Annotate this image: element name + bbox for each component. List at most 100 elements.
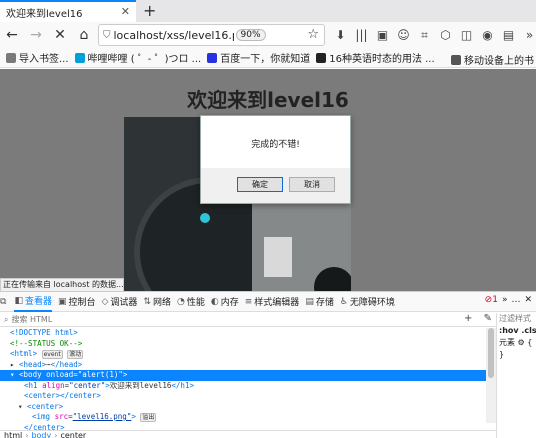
tab-style-editor[interactable]: ≡ 样式编辑器 — [245, 295, 300, 309]
element-picker-button[interactable]: ⧉ — [0, 297, 8, 307]
page-heading: 欢迎来到level16 — [187, 88, 349, 112]
markup-doctype[interactable]: <!DOCTYPE html> — [0, 328, 486, 339]
bilibili-icon — [74, 52, 85, 63]
zoom-badge[interactable]: 90% — [235, 29, 266, 41]
tab-label: 网络 — [152, 298, 171, 308]
bookmark-label: 移动设备上的书 — [464, 56, 534, 67]
pick-color-icon[interactable]: ✎ — [484, 313, 492, 324]
more-tabs-icon[interactable]: » — [502, 295, 508, 305]
bookmark-bilibili[interactable]: 哔哩哔哩 ( ゜- ゜)つロ ... — [74, 50, 201, 65]
extension-icon[interactable]: ⬡ — [435, 24, 456, 46]
active-tab[interactable]: 欢迎来到level16 ✕ — [0, 0, 136, 22]
url-bar[interactable]: ⛉ localhost/xss/level16.php 90% ☆ — [98, 24, 325, 46]
sidebar-icon[interactable]: ▣ — [372, 24, 393, 46]
markup-center[interactable]: ▾ <center> — [0, 402, 486, 413]
picker-icon: ⧉ — [0, 296, 7, 307]
tab-inspector[interactable]: ◧ 查看器 — [14, 292, 52, 312]
chevron-right-icon: › — [54, 431, 58, 438]
tab-performance[interactable]: ◔ 性能 — [177, 295, 205, 309]
rules-sidebar: 过滤样式 :hov .cls 元素 ⚙ { } — [496, 313, 536, 438]
forward-button[interactable]: → — [24, 24, 48, 46]
tab-accessibility[interactable]: ♿ 无障碍环境 — [339, 295, 395, 309]
markup-comment[interactable]: <!--STATUS OK--> — [0, 339, 486, 350]
crumb-body[interactable]: body — [31, 431, 51, 438]
markup-html[interactable]: <html> event 滚动 — [0, 349, 486, 360]
markup-img[interactable]: <img src="level16.png"> 溢出 — [0, 412, 486, 423]
bookmark-baidu[interactable]: 百度一下，你就知道 — [207, 50, 310, 65]
scrollbar-thumb[interactable] — [488, 328, 494, 378]
console-icon: ▣ — [57, 296, 67, 307]
markup-body[interactable]: ▾ <body onload="alert(1)"> — [0, 370, 486, 381]
markup-center-empty[interactable]: <center></center> — [0, 391, 486, 402]
filter-styles[interactable]: 过滤样式 — [497, 313, 536, 325]
bookmark-label: 导入书签... — [19, 54, 69, 65]
bookmark-english-tenses[interactable]: 16种英语时态的用法 ... — [316, 50, 435, 65]
close-tab-icon[interactable]: ✕ — [121, 5, 130, 18]
performance-icon: ◔ — [177, 296, 185, 307]
alert-footer: 确定 取消 — [201, 168, 350, 203]
tab-label: 调试器 — [110, 298, 138, 308]
search-actions: + ✎ — [464, 313, 492, 324]
new-tab-button[interactable]: + — [143, 1, 156, 20]
inspector-icon: ◧ — [14, 295, 23, 306]
folder-icon — [451, 54, 461, 65]
bookmark-import[interactable]: 导入书签... — [6, 50, 69, 65]
html-markup-view: <!DOCTYPE html> <!--STATUS OK--> <html> … — [0, 328, 486, 432]
shield-icon: ⛉ — [103, 29, 111, 41]
library-icon[interactable]: ||| — [351, 24, 372, 46]
memory-icon: ◐ — [210, 296, 219, 307]
html-search[interactable]: ⌕ 搜索 HTML + ✎ — [0, 313, 496, 327]
devtools-menu-icon[interactable]: … — [511, 295, 520, 305]
tab-storage[interactable]: ▤ 存储 — [305, 295, 334, 309]
chevron-right-icon: › — [25, 431, 29, 438]
stop-button[interactable]: ✕ — [48, 24, 72, 46]
globe-icon — [316, 52, 327, 63]
overflow-menu-icon[interactable]: » — [519, 24, 536, 46]
storage-icon: ▤ — [305, 296, 314, 307]
add-node-button[interactable]: + — [464, 313, 472, 324]
account-icon[interactable]: ☺ — [393, 24, 414, 46]
downloads-icon[interactable]: ⬇ — [330, 24, 351, 46]
tab-debugger[interactable]: ◇ 调试器 — [102, 295, 138, 309]
tab-console[interactable]: ▣ 控制台 — [57, 295, 96, 309]
crop-icon[interactable]: ⌗ — [414, 24, 435, 46]
tab-strip: 欢迎来到level16 ✕ + — [0, 0, 536, 22]
back-button[interactable]: ← — [0, 24, 24, 46]
sign-graphic — [264, 237, 292, 277]
home-button[interactable]: ⌂ — [72, 24, 96, 46]
navigation-bar: ← → ✕ ⌂ ⛉ localhost/xss/level16.php 90% … — [0, 22, 536, 48]
tab-memory[interactable]: ◐ 内存 — [210, 295, 239, 309]
error-count[interactable]: ⊘1 — [485, 295, 498, 305]
devtools-tabs: ⧉ ◧ 查看器 ▣ 控制台 ◇ 调试器 ⇅ 网络 ◔ 性能 ◐ 内存 ≡ 样式编辑器 ▤ 存储 … — [0, 292, 536, 312]
mobile-bookmarks[interactable]: 移动设备上的书 — [451, 52, 534, 67]
cancel-button[interactable]: 取消 — [289, 177, 335, 192]
search-input[interactable]: 搜索 HTML — [11, 314, 52, 325]
tab-label: 无障碍环境 — [349, 298, 395, 308]
tab-label: 存储 — [315, 298, 334, 308]
markup-h1[interactable]: <h1 align="center">欢迎来到level16</h1> — [0, 381, 486, 392]
hov-cls-toggles[interactable]: :hov .cls — [497, 325, 536, 337]
bookmark-star-icon[interactable]: ☆ — [307, 27, 319, 42]
element-rule-close: } — [499, 350, 505, 359]
crumb-html[interactable]: html — [4, 431, 22, 438]
tab-title: 欢迎来到level16 — [6, 8, 83, 20]
url-text[interactable]: localhost/xss/level16.php — [114, 29, 234, 42]
crumb-center[interactable]: center — [60, 431, 86, 438]
alert-message: 完成的不错! — [251, 140, 300, 150]
network-icon: ⇅ — [143, 296, 151, 307]
markup-head[interactable]: ▸ <head>⋯</head> — [0, 360, 486, 371]
tab-network[interactable]: ⇅ 网络 — [143, 295, 171, 309]
element-rule: 元素 ⚙ { — [499, 338, 533, 347]
devtools-close-icon[interactable]: ✕ — [524, 295, 532, 305]
addon-icon[interactable]: ◉ — [477, 24, 498, 46]
markup-scrollbar[interactable] — [486, 328, 496, 423]
screenshot-icon[interactable]: ◫ — [456, 24, 477, 46]
devtools-actions: ⊘1 » … ✕ — [485, 295, 532, 305]
ok-button[interactable]: 确定 — [237, 177, 283, 192]
tab-label: 样式编辑器 — [254, 298, 300, 308]
bookmarks-bar: 导入书签... 哔哩哔哩 ( ゜- ゜)つロ ... 百度一下，你就知道 16种… — [0, 48, 536, 68]
reader-icon[interactable]: ▤ — [498, 24, 519, 46]
breadcrumb: html › body › center — [0, 430, 496, 438]
portal-light — [200, 213, 210, 223]
accessibility-icon: ♿ — [339, 296, 348, 307]
